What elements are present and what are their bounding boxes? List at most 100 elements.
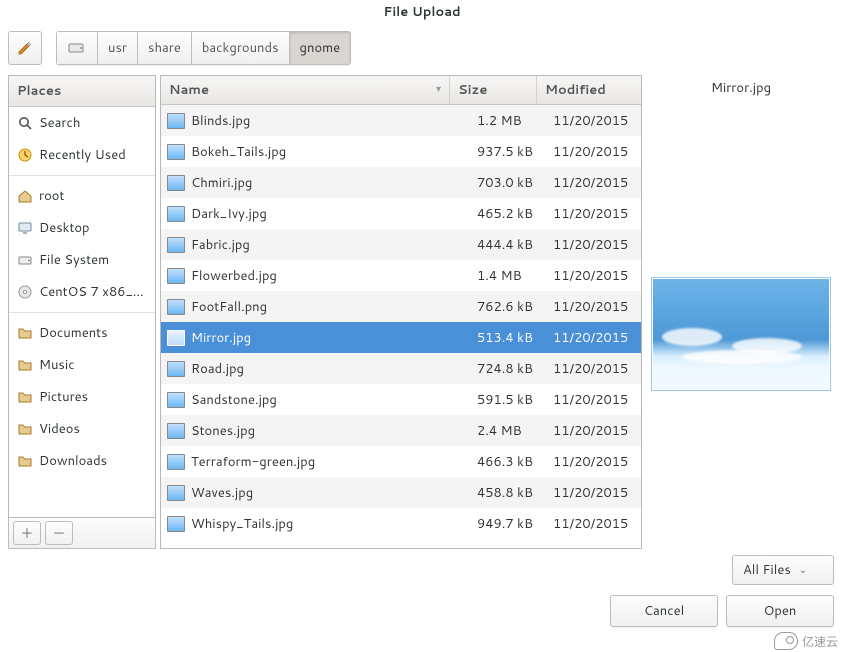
places-separator: [9, 175, 155, 176]
places-item[interactable]: Search: [9, 107, 155, 139]
file-size-cell: 591.5 kB: [471, 391, 547, 409]
file-columns-header: Name ▾ Size Modified: [161, 76, 641, 105]
cancel-button[interactable]: Cancel: [610, 595, 718, 627]
minus-icon: －: [52, 523, 65, 543]
path-segment[interactable]: usr: [97, 31, 138, 65]
image-thumb-icon: [167, 454, 185, 470]
file-name-cell: Sandstone.jpg: [161, 391, 471, 409]
watermark-text: 亿速云: [802, 633, 838, 650]
file-name-label: Mirror.jpg: [191, 329, 251, 347]
file-modified-cell: 11/20/2015: [547, 360, 641, 378]
places-item[interactable]: Videos: [9, 413, 155, 445]
file-list-pane: Name ▾ Size Modified Blinds.jpg1.2 MB11/…: [160, 75, 642, 549]
file-row[interactable]: Chmiri.jpg703.0 kB11/20/2015: [161, 167, 641, 198]
file-name-cell: Whispy_Tails.jpg: [161, 515, 471, 533]
column-name-label: Name: [169, 81, 209, 99]
preview-filename: Mirror.jpg: [711, 75, 771, 97]
file-type-filter-label: All Files: [743, 561, 791, 579]
file-modified-cell: 11/20/2015: [547, 174, 641, 192]
file-name-cell: Chmiri.jpg: [161, 174, 471, 192]
path-segment[interactable]: gnome: [289, 31, 352, 65]
file-name-label: Sandstone.jpg: [191, 391, 277, 409]
file-row[interactable]: Whispy_Tails.jpg949.7 kB11/20/2015: [161, 508, 641, 539]
file-type-filter[interactable]: All Files ⌄: [732, 555, 834, 585]
cancel-button-label: Cancel: [644, 602, 684, 620]
file-row[interactable]: Dark_Ivy.jpg465.2 kB11/20/2015: [161, 198, 641, 229]
remove-bookmark-button[interactable]: －: [45, 521, 73, 545]
file-row[interactable]: FootFall.png762.6 kB11/20/2015: [161, 291, 641, 322]
file-rows[interactable]: Blinds.jpg1.2 MB11/20/2015Bokeh_Tails.jp…: [161, 105, 641, 548]
places-item-label: Pictures: [39, 388, 88, 406]
file-modified-cell: 11/20/2015: [547, 267, 641, 285]
file-row[interactable]: Fabric.jpg444.4 kB11/20/2015: [161, 229, 641, 260]
path-segment-label: usr: [108, 39, 127, 57]
folder-icon: [17, 357, 33, 373]
places-item-label: CentOS 7 x86_...: [39, 283, 144, 301]
file-size-cell: 444.4 kB: [471, 236, 547, 254]
column-name[interactable]: Name ▾: [161, 76, 450, 104]
file-modified-cell: 11/20/2015: [547, 112, 641, 130]
file-name-label: Whispy_Tails.jpg: [191, 515, 293, 533]
places-item-label: Downloads: [39, 452, 107, 470]
file-row[interactable]: Stones.jpg2.4 MB11/20/2015: [161, 415, 641, 446]
path-segment[interactable]: share: [137, 31, 192, 65]
places-sidebar: Places Search Recently Used rootDesktopFil…: [8, 75, 156, 549]
path-segment-label: share: [148, 39, 181, 57]
image-thumb-icon: [167, 330, 185, 346]
places-item-label: Videos: [39, 420, 80, 438]
file-size-cell: 1.2 MB: [471, 112, 547, 130]
path-segment-label: backgrounds: [202, 39, 279, 57]
plus-icon: ＋: [20, 523, 33, 543]
open-button-label: Open: [764, 602, 797, 620]
open-button[interactable]: Open: [726, 595, 834, 627]
file-row[interactable]: Flowerbed.jpg1.4 MB11/20/2015: [161, 260, 641, 291]
file-name-label: Blinds.jpg: [191, 112, 250, 130]
places-item[interactable]: CentOS 7 x86_...: [9, 276, 155, 308]
file-name-label: Dark_Ivy.jpg: [191, 205, 267, 223]
places-item[interactable]: Documents: [9, 317, 155, 349]
file-size-cell: 466.3 kB: [471, 453, 547, 471]
places-item[interactable]: root: [9, 180, 155, 212]
file-name-label: Road.jpg: [191, 360, 244, 378]
file-row[interactable]: Bokeh_Tails.jpg937.5 kB11/20/2015: [161, 136, 641, 167]
path-root-button[interactable]: [56, 31, 98, 65]
column-modified[interactable]: Modified: [537, 76, 641, 104]
pencil-icon: [16, 39, 34, 57]
places-item[interactable]: Desktop: [9, 212, 155, 244]
file-row[interactable]: Sandstone.jpg 591.5 kB11/20/2015: [161, 384, 641, 415]
home-icon: [17, 188, 33, 204]
path-segment[interactable]: backgrounds: [191, 31, 290, 65]
places-item-label: Documents: [39, 324, 108, 342]
file-size-cell: 724.8 kB: [471, 360, 547, 378]
places-item[interactable]: Pictures: [9, 381, 155, 413]
file-name-cell: Fabric.jpg: [161, 236, 471, 254]
places-item-label: Recently Used: [39, 146, 126, 164]
file-name-cell: FootFall.png: [161, 298, 471, 316]
image-thumb-icon: [167, 516, 185, 532]
image-thumb-icon: [167, 113, 185, 129]
file-row[interactable]: Mirror.jpg513.4 kB11/20/2015: [161, 322, 641, 353]
add-bookmark-button[interactable]: ＋: [13, 521, 41, 545]
places-item[interactable]: Downloads: [9, 445, 155, 477]
desktop-icon: [17, 220, 33, 236]
file-modified-cell: 11/20/2015: [547, 391, 641, 409]
edit-location-button[interactable]: [8, 31, 42, 65]
file-row[interactable]: Waves.jpg458.8 kB11/20/2015: [161, 477, 641, 508]
file-row[interactable]: Blinds.jpg 1.2 MB11/20/2015: [161, 105, 641, 136]
places-item[interactable]: File System: [9, 244, 155, 276]
places-item[interactable]: Music: [9, 349, 155, 381]
file-row[interactable]: Terraform-green.jpg466.3 kB11/20/2015: [161, 446, 641, 477]
places-header: Places: [9, 76, 155, 107]
column-size[interactable]: Size: [450, 76, 537, 104]
file-name-cell: Bokeh_Tails.jpg: [161, 143, 471, 161]
preview-pane: Mirror.jpg: [646, 75, 836, 549]
file-name-cell: Dark_Ivy.jpg: [161, 205, 471, 223]
places-separator: [9, 312, 155, 313]
file-modified-cell: 11/20/2015: [547, 422, 641, 440]
file-size-cell: 513.4 kB: [471, 329, 547, 347]
file-row[interactable]: Road.jpg 724.8 kB11/20/2015: [161, 353, 641, 384]
folder-icon: [17, 421, 33, 437]
places-item[interactable]: Recently Used: [9, 139, 155, 171]
file-modified-cell: 11/20/2015: [547, 236, 641, 254]
file-modified-cell: 11/20/2015: [547, 143, 641, 161]
